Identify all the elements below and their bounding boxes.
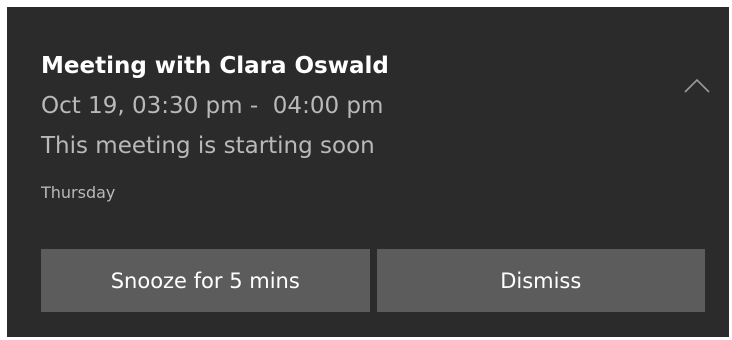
meeting-day: Thursday — [41, 183, 116, 202]
collapse-button[interactable] — [679, 73, 715, 97]
notification-title: Meeting with Clara Oswald — [41, 53, 389, 79]
notification-actions: Snooze for 5 mins Dismiss — [41, 249, 705, 312]
dismiss-button[interactable]: Dismiss — [376, 249, 705, 312]
meeting-status: This meeting is starting soon — [41, 133, 375, 159]
chevron-up-icon — [684, 78, 710, 93]
meeting-time: Oct 19, 03:30 pm - 04:00 pm — [41, 93, 384, 119]
snooze-button[interactable]: Snooze for 5 mins — [41, 249, 370, 312]
reminder-notification: Meeting with Clara Oswald Oct 19, 03:30 … — [7, 7, 729, 337]
